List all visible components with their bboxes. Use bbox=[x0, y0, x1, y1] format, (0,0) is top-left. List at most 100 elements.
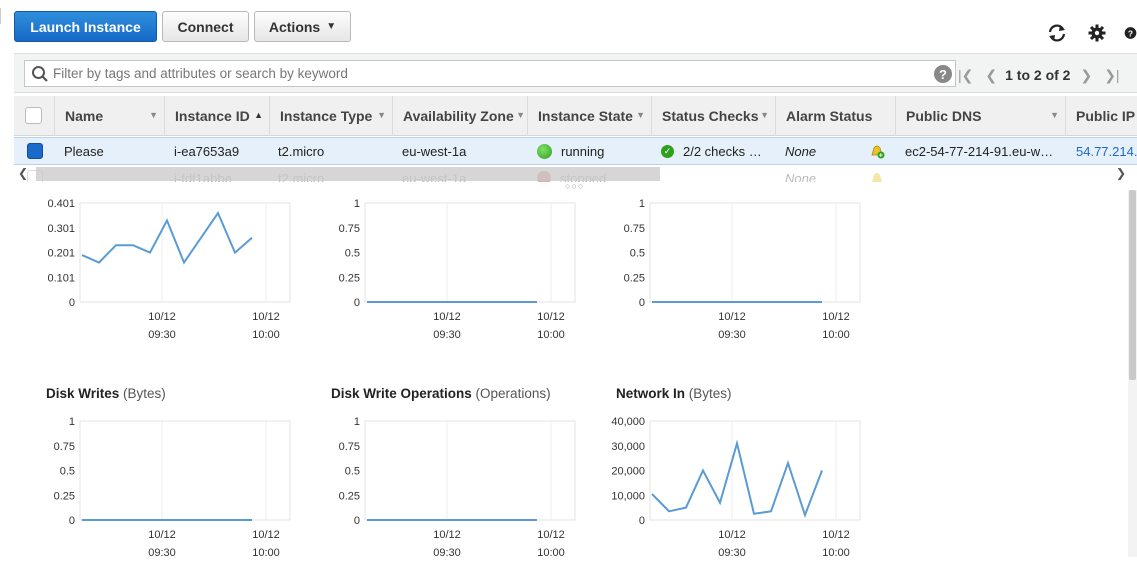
line-chart: 1 0.75 0.5 0.25 0 10/12 09:30 10/12 10:00 bbox=[339, 416, 576, 559]
chevron-down-icon: ▼ bbox=[326, 21, 337, 32]
chart-unit-text: (Bytes) bbox=[685, 386, 732, 401]
y-tick-label: 30,000 bbox=[611, 441, 645, 453]
column-instance-type-label: Instance Type bbox=[280, 108, 373, 124]
prev-page-icon[interactable]: ❮ bbox=[985, 67, 997, 84]
x-tick-date: 10/12 bbox=[148, 311, 176, 323]
plot-area bbox=[364, 202, 576, 303]
y-tick-label: 0.25 bbox=[54, 490, 75, 502]
scrollbar-thumb[interactable] bbox=[36, 167, 660, 181]
column-instance-id[interactable]: Instance ID ▲ bbox=[164, 96, 269, 136]
y-tick-label: 0.201 bbox=[47, 248, 75, 260]
cell-state: running bbox=[537, 138, 647, 164]
status-checks-text: 2/2 checks … bbox=[683, 143, 762, 159]
scrollbar-thumb[interactable] bbox=[1129, 190, 1136, 380]
column-status-checks[interactable]: Status Checks ▼ bbox=[651, 96, 775, 136]
y-tick-label: 0.5 bbox=[60, 466, 75, 478]
y-tick-label: 0.25 bbox=[339, 490, 360, 502]
x-tick-time: 10:00 bbox=[822, 329, 850, 341]
line-chart: 1 0.75 0.5 0.25 0 10/12 09:30 10/12 10:00 bbox=[339, 198, 576, 341]
y-tick-label: 20,000 bbox=[611, 466, 645, 478]
plot-area bbox=[364, 420, 576, 521]
search-input[interactable] bbox=[53, 61, 913, 86]
svg-text:?: ? bbox=[1128, 28, 1133, 38]
line-chart: 0.401 0.301 0.201 0.101 0 10/12 09:30 10/12 10:0… bbox=[47, 198, 291, 341]
y-tick-label: 1 bbox=[69, 416, 75, 428]
chart-title: Disk Write Operations (Operations) bbox=[331, 386, 551, 401]
actions-dropdown-button[interactable]: Actions ▼ bbox=[254, 11, 351, 42]
y-tick-label: 0.75 bbox=[54, 441, 75, 453]
x-tick-time: 09:30 bbox=[718, 547, 746, 559]
column-state-label: Instance State bbox=[538, 108, 633, 124]
scroll-left-icon[interactable]: ❮ bbox=[18, 166, 28, 180]
table-row[interactable]: Please i-ea7653a9 t2.micro eu-west-1a ru… bbox=[14, 137, 1137, 165]
toolbar: Launch Instance Connect Actions ▼ ? bbox=[0, 0, 1137, 52]
plot-area bbox=[79, 420, 291, 521]
scroll-right-icon[interactable]: ❯ bbox=[1116, 166, 1126, 180]
refresh-icon[interactable] bbox=[1046, 22, 1068, 44]
y-tick-label: 0.5 bbox=[630, 248, 645, 260]
running-status-icon bbox=[537, 143, 552, 159]
sort-icon: ▼ bbox=[377, 110, 386, 120]
last-page-icon[interactable]: ❯| bbox=[1104, 67, 1119, 84]
cell-zone: eu-west-1a bbox=[402, 143, 467, 159]
next-page-icon[interactable]: ❯ bbox=[1080, 67, 1092, 84]
add-alarm-icon[interactable]: + bbox=[869, 138, 887, 164]
vertical-scrollbar[interactable] bbox=[1128, 190, 1137, 557]
row-checkbox-checked[interactable] bbox=[27, 143, 43, 159]
y-tick-label: 0.401 bbox=[47, 198, 75, 210]
table-header: Name ▼ Instance ID ▲ Instance Type ▼ Availa… bbox=[14, 96, 1137, 136]
gear-icon[interactable] bbox=[1086, 22, 1108, 44]
y-tick-label: 1 bbox=[639, 198, 645, 210]
sort-icon: ▼ bbox=[636, 110, 645, 120]
column-status-label: Status Checks bbox=[662, 108, 759, 124]
column-alarm-label: Alarm Status bbox=[786, 108, 873, 124]
column-public-dns[interactable]: Public DNS ▼ bbox=[895, 96, 1065, 136]
sort-icon: ▼ bbox=[516, 110, 525, 120]
plot-area bbox=[649, 202, 861, 303]
y-tick-label: 0.25 bbox=[624, 272, 645, 284]
x-tick-date: 10/12 bbox=[822, 529, 850, 541]
chart-title-text: Disk Writes bbox=[46, 386, 120, 401]
column-alarm-status[interactable]: Alarm Status bbox=[775, 96, 895, 136]
x-tick-time: 09:30 bbox=[433, 329, 461, 341]
chart-unit-text: (Operations) bbox=[471, 386, 551, 401]
x-tick-date: 10/12 bbox=[252, 529, 280, 541]
column-zone-label: Availability Zone bbox=[403, 108, 514, 124]
y-tick-label: 0 bbox=[354, 297, 360, 309]
column-instance-type[interactable]: Instance Type ▼ bbox=[269, 96, 392, 136]
chart-title: Disk Writes (Bytes) bbox=[46, 386, 166, 401]
horizontal-scrollbar[interactable]: ❮ ❯ bbox=[14, 166, 1137, 182]
select-all-checkbox[interactable] bbox=[25, 107, 42, 124]
y-tick-label: 0.25 bbox=[339, 272, 360, 284]
help-icon[interactable]: ? bbox=[1124, 22, 1137, 44]
actions-label: Actions bbox=[268, 18, 321, 35]
cell-name: Please bbox=[64, 143, 104, 159]
y-tick-label: 40,000 bbox=[611, 416, 645, 428]
x-tick-date: 10/12 bbox=[537, 529, 565, 541]
column-ip-label: Public IP bbox=[1076, 108, 1136, 124]
launch-instance-button[interactable]: Launch Instance bbox=[14, 11, 157, 42]
column-dns-label: Public DNS bbox=[906, 108, 982, 124]
x-tick-date: 10/12 bbox=[148, 529, 176, 541]
cell-public-ip[interactable]: 54.77.214. bbox=[1076, 138, 1137, 164]
column-name[interactable]: Name ▼ bbox=[54, 96, 164, 136]
column-availability-zone[interactable]: Availability Zone ▼ bbox=[392, 96, 527, 136]
y-tick-label: 0.5 bbox=[345, 466, 360, 478]
y-tick-label: 0.75 bbox=[339, 223, 360, 235]
svg-text:+: + bbox=[879, 153, 883, 160]
x-tick-time: 10:00 bbox=[537, 329, 565, 341]
first-page-icon[interactable]: |❮ bbox=[958, 67, 973, 84]
x-tick-time: 09:30 bbox=[148, 329, 176, 341]
column-public-ip[interactable]: Public IP bbox=[1065, 96, 1137, 136]
x-tick-time: 09:30 bbox=[433, 547, 461, 559]
question-icon[interactable]: ? bbox=[934, 65, 952, 83]
sort-icon: ▼ bbox=[1050, 110, 1059, 120]
x-tick-time: 09:30 bbox=[148, 547, 176, 559]
search-icon bbox=[32, 66, 48, 82]
y-tick-label: 0 bbox=[69, 297, 75, 309]
connect-button[interactable]: Connect bbox=[162, 11, 249, 42]
page-count: 1 to 2 of 2 bbox=[1005, 67, 1071, 83]
resize-handle[interactable]: ○○○ bbox=[565, 181, 584, 191]
column-instance-state[interactable]: Instance State ▼ bbox=[527, 96, 651, 136]
x-tick-time: 10:00 bbox=[537, 547, 565, 559]
